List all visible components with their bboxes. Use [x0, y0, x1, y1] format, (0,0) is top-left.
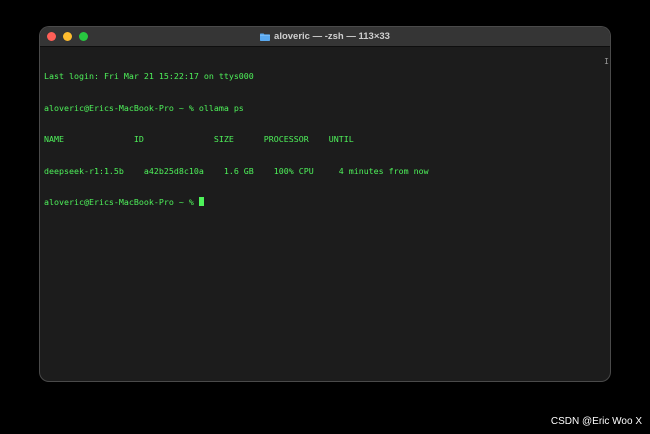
terminal-prompt-line[interactable]: aloveric@Erics-MacBook-Pro ~ % — [44, 197, 606, 208]
zoom-button[interactable] — [79, 32, 88, 41]
window-title: aloveric — -zsh — 113×33 — [274, 31, 390, 42]
minimize-button[interactable] — [63, 32, 72, 41]
terminal-line-table-row: deepseek-r1:1.5b a42b25d8c10a 1.6 GB 100… — [44, 165, 429, 176]
close-button[interactable] — [47, 32, 56, 41]
terminal-output[interactable]: Last login: Fri Mar 21 15:22:17 on ttys0… — [40, 47, 610, 381]
terminal-line-command: aloveric@Erics-MacBook-Pro ~ % ollama ps — [44, 102, 244, 113]
window-title-group: aloveric — -zsh — 113×33 — [260, 31, 390, 42]
terminal-line-last-login: Last login: Fri Mar 21 15:22:17 on ttys0… — [44, 71, 254, 81]
watermark: CSDN @Eric Woo X — [550, 416, 642, 427]
terminal-prompt: aloveric@Erics-MacBook-Pro ~ % — [44, 197, 199, 207]
terminal-line-table-header: NAME ID SIZE PROCESSOR UNTIL — [44, 134, 354, 144]
terminal-window: aloveric — -zsh — 113×33 Last login: Fri… — [40, 27, 610, 381]
scroll-marker: I — [604, 57, 609, 66]
text-cursor — [198, 197, 204, 206]
traffic-lights — [47, 32, 88, 41]
folder-icon — [260, 33, 271, 41]
title-bar[interactable]: aloveric — -zsh — 113×33 — [40, 27, 610, 47]
